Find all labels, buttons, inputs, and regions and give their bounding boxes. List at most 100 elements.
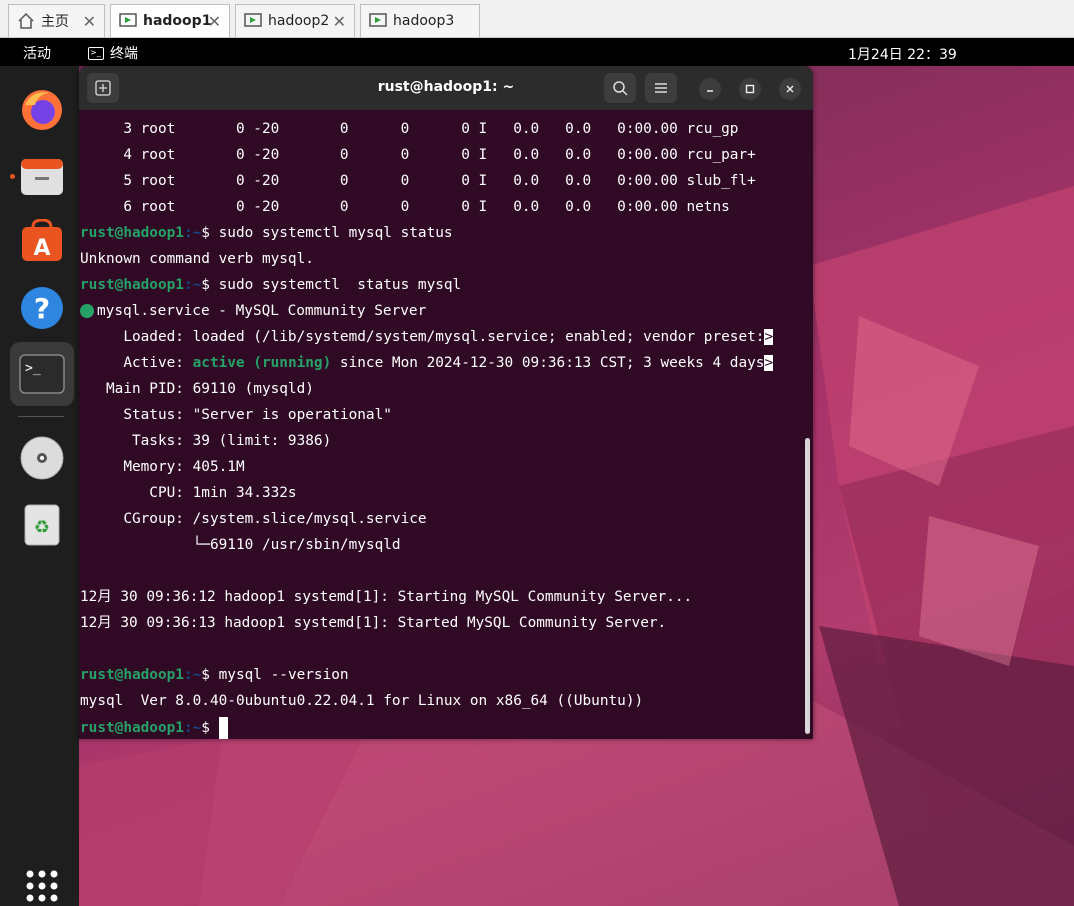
prompt-user: rust@hadoop1	[80, 277, 184, 293]
active-rest: since Mon 2024-12-30 09:36:13 CST; 3 wee…	[331, 355, 765, 371]
prompt-user: rust@hadoop1	[80, 667, 184, 683]
vm-icon	[119, 12, 137, 30]
tab-label: hadoop3	[393, 13, 455, 29]
cpu-line: CPU: 1min 34.332s	[80, 485, 297, 501]
active-label: Active:	[80, 355, 193, 371]
terminal-icon: >_	[19, 354, 65, 394]
firefox-icon	[22, 90, 62, 130]
vm-tab-bar: 主页 ✕ hadoop1 ✕ hadoop2 ✕ hadoop3	[0, 0, 1074, 38]
tab-label: hadoop1	[143, 13, 212, 29]
tab-hadoop2[interactable]: hadoop2 ✕	[235, 4, 355, 37]
svg-text:♻: ♻	[34, 517, 50, 538]
terminal-app-icon: >_	[88, 46, 104, 60]
tab-hadoop1[interactable]: hadoop1 ✕	[110, 4, 230, 37]
command-line: rust@hadoop1:~$ sudo systemctl status my…	[80, 275, 461, 295]
service-status-dot	[80, 304, 94, 318]
cgroup-line: CGroup: /system.slice/mysql.service	[80, 511, 427, 527]
show-apps-icon	[26, 870, 58, 902]
tab-label: 主页	[41, 14, 69, 30]
files-icon	[21, 159, 63, 195]
dock-files[interactable]	[10, 144, 74, 208]
dock-terminal[interactable]: >_	[10, 342, 74, 406]
app-center-icon: A	[22, 219, 62, 261]
dock-show-apps[interactable]	[10, 854, 74, 906]
hamburger-icon	[655, 83, 667, 93]
menu-button[interactable]	[645, 73, 677, 103]
scrollbar[interactable]	[805, 438, 810, 734]
active-state: active (running)	[192, 355, 332, 371]
truncation-marker: >	[764, 329, 774, 345]
active-line: Active: active (running) since Mon 2024-…	[80, 353, 774, 373]
command-text: sudo systemctl status mysql	[209, 277, 462, 293]
top-panel: 活动 >_ 终端 1月24日 22：39	[0, 38, 1074, 66]
close-icon[interactable]: ✕	[333, 12, 346, 31]
prompt-path: :~	[183, 667, 202, 683]
service-name: mysql.service - MySQL Community Server	[97, 303, 427, 319]
tab-label: hadoop2	[268, 13, 330, 29]
command-text: mysql --version	[209, 667, 349, 683]
vm-icon	[244, 12, 262, 30]
minimize-button[interactable]	[699, 78, 721, 100]
terminal-window[interactable]: rust@hadoop1: ~ 3 root 0 -20 0 0 0 I 0.0…	[79, 66, 813, 739]
truncation-marker: >	[764, 355, 774, 371]
search-button[interactable]	[604, 73, 636, 103]
prompt-user: rust@hadoop1	[80, 720, 184, 736]
tasks-line: Tasks: 39 (limit: 9386)	[80, 433, 332, 449]
svg-text:?: ?	[34, 292, 50, 325]
dock-separator	[18, 416, 64, 417]
activities-button[interactable]: 活动	[23, 43, 51, 63]
output-line: Unknown command verb mysql.	[80, 251, 314, 267]
loaded-text: Loaded: loaded (/lib/systemd/system/mysq…	[80, 329, 765, 345]
dock-help[interactable]: ?	[10, 276, 74, 340]
prompt-path: :~	[183, 225, 202, 241]
maximize-button[interactable]	[739, 78, 761, 100]
clock[interactable]: 1月24日 22：39	[848, 44, 957, 64]
status-line: Status: "Server is operational"	[80, 407, 392, 423]
process-row: 6 root 0 -20 0 0 0 I 0.0 0.0 0:00.00 net…	[80, 199, 730, 215]
dock-firefox[interactable]	[10, 78, 74, 142]
app-menu[interactable]: >_ 终端	[88, 43, 138, 63]
prompt-symbol: $	[201, 720, 210, 736]
prompt-path: :~	[183, 720, 202, 736]
command-line: rust@hadoop1:~$ sudo systemctl mysql sta…	[80, 223, 453, 243]
loaded-line: Loaded: loaded (/lib/systemd/system/mysq…	[80, 327, 774, 347]
cgroup-child-line: └─69110 /usr/sbin/mysqld	[80, 537, 401, 553]
memory-line: Memory: 405.1M	[80, 459, 245, 475]
vm-icon	[369, 12, 387, 30]
prompt-path: :~	[183, 277, 202, 293]
dock: A ? >_ ♻	[0, 66, 79, 906]
text-cursor	[218, 717, 228, 739]
prompt-symbol: $	[201, 277, 210, 293]
process-row: 5 root 0 -20 0 0 0 I 0.0 0.0 0:00.00 slu…	[80, 173, 756, 189]
close-icon	[786, 85, 794, 93]
trash-icon: ♻	[24, 504, 60, 546]
command-line: rust@hadoop1:~$ mysql --version	[80, 665, 349, 685]
log-line: 12月 30 09:36:12 hadoop1 systemd[1]: Star…	[80, 589, 693, 605]
search-icon	[613, 81, 628, 96]
svg-text:>_: >_	[25, 361, 41, 376]
help-icon: ?	[21, 287, 63, 329]
tab-hadoop3[interactable]: hadoop3	[360, 4, 480, 37]
current-prompt[interactable]: rust@hadoop1:~$	[80, 717, 228, 739]
prompt-symbol: $	[201, 225, 210, 241]
prompt-symbol: $	[201, 667, 210, 683]
terminal-titlebar[interactable]: rust@hadoop1: ~	[79, 66, 813, 110]
log-line: 12月 30 09:36:13 hadoop1 systemd[1]: Star…	[80, 615, 667, 631]
prompt-user: rust@hadoop1	[80, 225, 184, 241]
command-text: sudo systemctl mysql status	[209, 225, 453, 241]
maximize-icon	[745, 84, 755, 94]
process-row: 3 root 0 -20 0 0 0 I 0.0 0.0 0:00.00 rcu…	[80, 121, 739, 137]
minimize-icon	[707, 90, 713, 92]
home-icon	[17, 12, 35, 30]
dock-trash[interactable]: ♻	[10, 492, 74, 556]
svg-text:A: A	[33, 236, 50, 261]
terminal-output[interactable]: 3 root 0 -20 0 0 0 I 0.0 0.0 0:00.00 rcu…	[79, 116, 803, 739]
dock-disc[interactable]	[10, 426, 74, 490]
tab-home[interactable]: 主页 ✕	[8, 4, 105, 37]
close-button[interactable]	[779, 78, 801, 100]
process-row: 4 root 0 -20 0 0 0 I 0.0 0.0 0:00.00 rcu…	[80, 147, 756, 163]
close-icon[interactable]: ✕	[208, 12, 221, 31]
app-name: 终端	[110, 46, 138, 62]
close-icon[interactable]: ✕	[83, 12, 96, 31]
dock-app-center[interactable]: A	[10, 210, 74, 274]
